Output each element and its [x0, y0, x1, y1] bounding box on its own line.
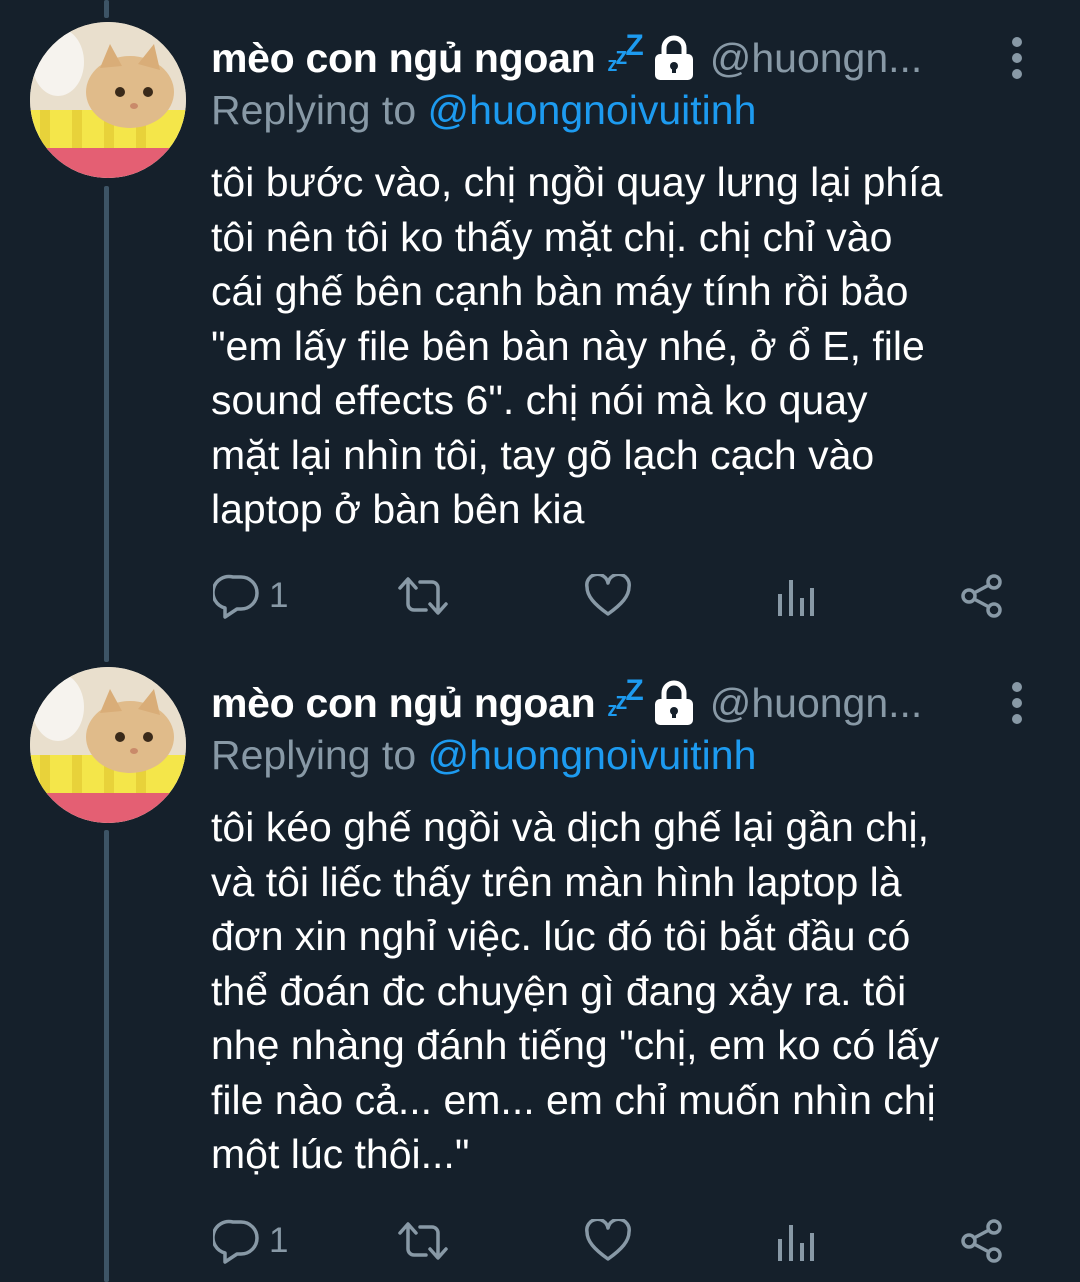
zzz-medium: z [615, 688, 627, 715]
share-icon [959, 1218, 1005, 1264]
sleeping-zzz-icon: zzZ [607, 29, 643, 76]
tweet-text-line: thể đoán đc chuyện gì đang xảy ra. tôi [211, 967, 907, 1014]
retweet-button[interactable] [396, 1215, 450, 1267]
tweet-actions: 1 [211, 570, 1031, 622]
author-name[interactable]: mèo con ngủ ngoan [211, 680, 596, 727]
share-button[interactable] [959, 570, 1005, 622]
avatar[interactable] [30, 22, 186, 178]
like-button[interactable] [584, 1215, 632, 1267]
reply-button[interactable]: 1 [213, 1215, 288, 1267]
tweet-text-line: nhẹ nhàng đánh tiếng "chị, em ko có lấy [211, 1022, 939, 1068]
analytics-button[interactable] [776, 1215, 816, 1267]
tweet-actions: 1 [211, 1215, 1031, 1267]
tweet-text-line: "em lấy file bên bàn này nhé, ở ổ E, fil… [211, 322, 925, 369]
heart-icon [584, 1219, 632, 1263]
zzz-large: Z [625, 29, 643, 62]
tweet-text-line: sound effects 6". chị nói mà ko quay [211, 377, 868, 423]
tweet-text-line: đơn xin nghỉ việc. lúc đó tôi bắt đầu có [211, 913, 911, 959]
sleeping-zzz-icon: zzZ [607, 674, 643, 721]
tweet-header: mèo con ngủ ngoan zzZ @huongn... [211, 674, 1051, 731]
reply-count: 1 [269, 576, 289, 615]
tweet-text: tôi bước vào, chị ngồi quay lưng lại phí… [211, 155, 1041, 537]
replying-to-handle[interactable]: @huongnoivuitinh [428, 732, 757, 778]
lock-icon [652, 680, 696, 726]
author-handle[interactable]: @huongn... [710, 35, 923, 82]
avatar[interactable] [30, 667, 186, 823]
replying-to: Replying to @huongnoivuitinh [211, 87, 756, 134]
lock-icon [652, 35, 696, 81]
heart-icon [584, 574, 632, 618]
more-vertical-icon[interactable] [1007, 36, 1027, 80]
tweet-text-line: tôi nên tôi ko thấy mặt chị. chị chỉ vào [211, 213, 893, 260]
tweet-text-line: file nào cả... em... em chỉ muốn nhìn ch… [211, 1076, 936, 1123]
replying-to-handle[interactable]: @huongnoivuitinh [428, 87, 757, 133]
like-button[interactable] [584, 570, 632, 622]
zzz-large: Z [625, 674, 643, 707]
tweet-text-line: tôi kéo ghế ngồi và dịch ghế lại gần chị… [211, 804, 930, 850]
tweet-text: tôi kéo ghế ngồi và dịch ghế lại gần chị… [211, 800, 1041, 1182]
retweet-icon [396, 574, 450, 618]
zzz-medium: z [615, 43, 627, 70]
analytics-button[interactable] [776, 570, 816, 622]
reply-count: 1 [269, 1221, 289, 1260]
author-name[interactable]: mèo con ngủ ngoan [211, 35, 596, 82]
replying-prefix: Replying to [211, 87, 417, 133]
retweet-icon [396, 1219, 450, 1263]
tweet[interactable]: mèo con ngủ ngoan zzZ @huongn... Replyin… [0, 0, 1080, 645]
tweet-text-line: một lúc thôi..." [211, 1131, 470, 1177]
tweet-text-line: tôi bước vào, chị ngồi quay lưng lại phí… [211, 159, 943, 205]
replying-prefix: Replying to [211, 732, 417, 778]
tweet-header: mèo con ngủ ngoan zzZ @huongn... [211, 29, 1051, 86]
tweet[interactable]: mèo con ngủ ngoan zzZ @huongn... Replyin… [0, 645, 1080, 1282]
share-icon [959, 573, 1005, 619]
tweet-text-line: và tôi liếc thấy trên màn hình laptop là [211, 858, 902, 905]
more-vertical-icon[interactable] [1007, 681, 1027, 725]
tweet-text-line: cái ghế bên cạnh bàn máy tính rồi bảo [211, 268, 909, 314]
reply-button[interactable]: 1 [213, 570, 288, 622]
share-button[interactable] [959, 1215, 1005, 1267]
replying-to: Replying to @huongnoivuitinh [211, 732, 756, 779]
analytics-icon [776, 1219, 816, 1263]
tweet-text-line: laptop ở bàn bên kia [211, 486, 585, 532]
author-handle[interactable]: @huongn... [710, 680, 923, 727]
reply-icon [213, 1218, 261, 1264]
analytics-icon [776, 574, 816, 618]
retweet-button[interactable] [396, 570, 450, 622]
reply-icon [213, 573, 261, 619]
tweet-text-line: mặt lại nhìn tôi, tay gõ lạch cạch vào [211, 431, 875, 478]
